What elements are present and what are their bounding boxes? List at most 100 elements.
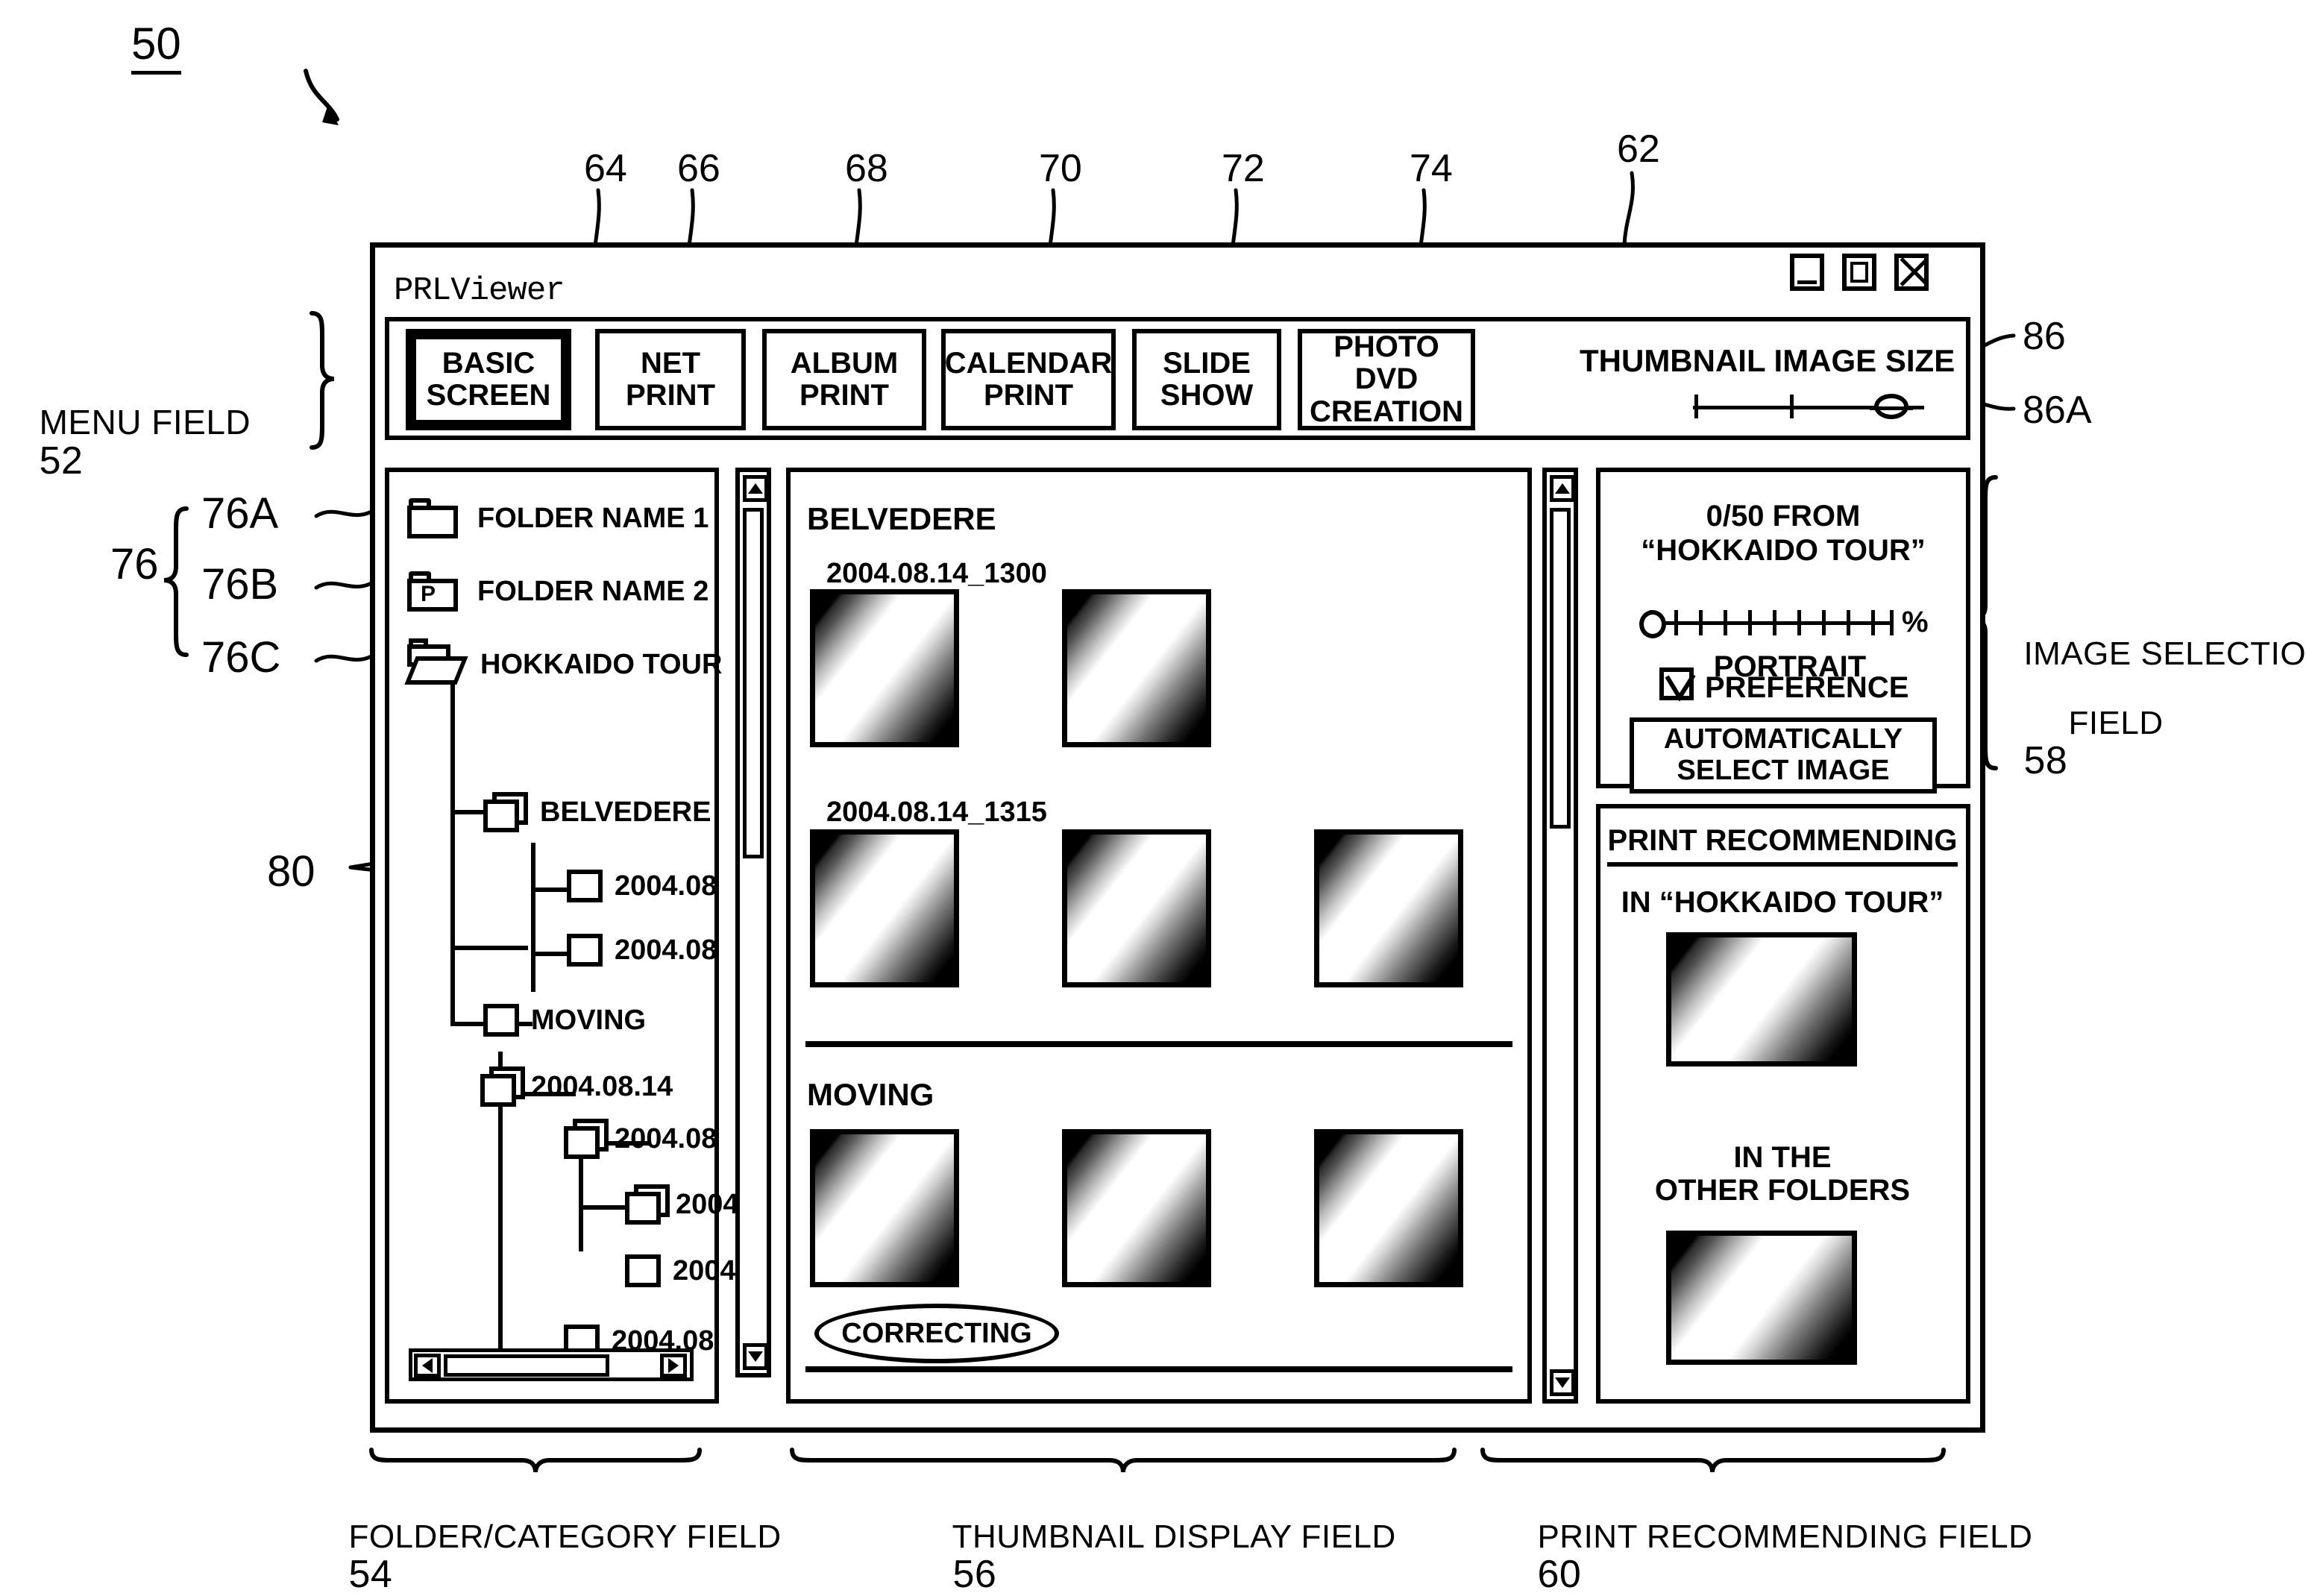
scroll-up-icon[interactable] <box>743 475 768 502</box>
percent-tick <box>1674 610 1678 635</box>
figure-main-reference: 50 <box>131 18 181 75</box>
thumbnail-size-tick-2 <box>1790 395 1794 418</box>
node-stack-icon <box>483 792 528 832</box>
percent-slider-track[interactable] <box>1648 621 1891 625</box>
folder-ref-76b: 76B <box>201 560 279 609</box>
folder-group-ref-76: 76 <box>110 540 159 588</box>
menu-button-photo-dvd-line1: PHOTO DVD <box>1333 330 1439 396</box>
recommended-thumbnail-image[interactable] <box>1666 1231 1857 1365</box>
auto-select-line1: AUTOMATICALLY <box>1663 723 1903 755</box>
folder-item-hokkaido-tour[interactable]: HOKKAIDO TOUR <box>404 638 723 686</box>
menu-button-photo-dvd-creation[interactable]: PHOTO DVD CREATION <box>1298 329 1475 430</box>
thumbnail-size-slider-knob[interactable] <box>1870 394 1913 419</box>
selection-count-line2: “HOKKAIDO TOUR” <box>1641 534 1926 567</box>
folder-scroll-thumb[interactable] <box>743 508 764 858</box>
tree-item-2004-08-b[interactable]: 2004.08 <box>567 934 717 967</box>
menu-button-net-print-line2: PRINT <box>626 379 715 412</box>
tree-connector-h4 <box>450 946 528 950</box>
scroll-down-icon[interactable] <box>743 1343 768 1370</box>
folder-ref-76c: 76C <box>201 633 281 682</box>
scroll-up-icon[interactable] <box>1550 475 1575 502</box>
bottom-label-thumbnail-display-ref: 56 <box>952 1553 997 1596</box>
menu-button-album-print[interactable]: ALBUM PRINT <box>762 329 926 430</box>
print-rec-sub2-line1: IN THE <box>1733 1141 1832 1174</box>
minimize-icon[interactable] <box>1790 254 1824 291</box>
recommended-thumbnail-image[interactable] <box>1666 932 1857 1066</box>
tree-item-2004-a[interactable]: 2004 <box>625 1184 739 1225</box>
bottom-label-folder-category-ref: 54 <box>348 1553 393 1596</box>
tree-item-belvedere-label: BELVEDERE <box>540 796 711 828</box>
print-recommending-subtitle-other: IN THE OTHER FOLDERS <box>1607 1141 1958 1207</box>
tree-item-2004-a-label: 2004 <box>676 1188 739 1220</box>
maximize-icon[interactable] <box>1842 254 1876 291</box>
folder-open-icon <box>404 638 468 686</box>
bottom-label-folder-category-text: FOLDER/CATEGORY FIELD <box>348 1518 782 1556</box>
knob-ref-86a: 86A <box>2023 389 2092 432</box>
folder-vertical-scrollbar[interactable] <box>735 468 771 1377</box>
slider-ref-86: 86 <box>2023 315 2066 358</box>
scroll-down-icon[interactable] <box>1550 1369 1575 1396</box>
auto-select-line2: SELECT IMAGE <box>1677 755 1890 786</box>
menu-button-slide-show[interactable]: SLIDE SHOW <box>1132 329 1281 430</box>
tree-item-2004-08-b-label: 2004.08 <box>615 934 717 966</box>
image-selection-ref: 58 <box>2023 738 2068 782</box>
thumbnail-image[interactable] <box>1062 829 1211 987</box>
status-badge-correcting: CORRECTING <box>814 1304 1059 1363</box>
menu-button-slide-show-line2: SHOW <box>1160 379 1254 412</box>
horizontal-scroll-thumb[interactable] <box>444 1354 609 1377</box>
selection-count-line1: 0/50 FROM <box>1706 500 1861 532</box>
percent-tick <box>1748 610 1752 635</box>
tree-item-belvedere[interactable]: BELVEDERE <box>483 792 711 832</box>
callout-74: 74 <box>1410 147 1453 190</box>
thumbnail-size-tick-1 <box>1694 395 1698 418</box>
menu-button-album-print-line2: PRINT <box>799 379 889 412</box>
percent-tick <box>1890 610 1894 635</box>
portrait-preference-line2: PREFERENCE <box>1705 671 1909 704</box>
automatically-select-image-button[interactable]: AUTOMATICALLY SELECT IMAGE <box>1630 717 1937 794</box>
folder-horizontal-scrollbar[interactable] <box>409 1348 694 1381</box>
thumbnail-image[interactable] <box>1062 589 1211 747</box>
thumbnail-image[interactable] <box>810 589 959 747</box>
bottom-label-thumbnail-display-text: THUMBNAIL DISPLAY FIELD <box>952 1518 1396 1556</box>
thumbnail-size-label: THUMBNAIL IMAGE SIZE <box>1580 343 1955 378</box>
tree-item-moving[interactable]: MOVING <box>483 1004 646 1037</box>
bottom-label-print-recommending-text: PRINT RECOMMENDING FIELD <box>1537 1518 2033 1556</box>
tree-item-2004-08-c[interactable]: 2004.08 <box>564 1119 717 1159</box>
menu-button-basic-screen[interactable]: BASIC SCREEN <box>406 329 571 430</box>
thumbnail-bottom-divider <box>805 1366 1512 1372</box>
thumbnail-image[interactable] <box>1314 829 1463 987</box>
tree-item-2004-08-14[interactable]: 2004.08.14 <box>480 1066 673 1107</box>
menu-button-calendar-print-line1: CALENDAR <box>944 346 1113 380</box>
folder-item-2[interactable]: P FOLDER NAME 2 <box>407 571 709 612</box>
percent-tick <box>1871 610 1875 635</box>
scroll-left-icon[interactable] <box>414 1354 441 1377</box>
thumbnail-image[interactable] <box>810 1129 959 1287</box>
thumbnail-scroll-thumb[interactable] <box>1550 508 1571 829</box>
menu-button-net-print[interactable]: NET PRINT <box>595 329 746 430</box>
image-selection-field-label: IMAGE SELECTION FIELD 58 <box>2005 603 2306 781</box>
node-stack-icon <box>625 1184 670 1225</box>
close-icon[interactable] <box>1894 254 1929 291</box>
thumbnail-vertical-scrollbar[interactable] <box>1542 468 1578 1404</box>
percent-tick <box>1724 610 1727 635</box>
percent-tick <box>1847 610 1850 635</box>
node-square-icon <box>625 1254 661 1287</box>
thumbnail-image[interactable] <box>810 829 959 987</box>
folder-icon <box>407 498 458 538</box>
tree-item-2004-b[interactable]: 2004 <box>625 1254 736 1287</box>
scroll-right-icon[interactable] <box>660 1354 687 1377</box>
thumbnail-image[interactable] <box>1062 1129 1211 1287</box>
tree-item-2004-08-a[interactable]: 2004.08 <box>567 870 717 902</box>
thumbnail-group-title-1315: 2004.08.14_1315 <box>826 797 1047 828</box>
portrait-preference-checkbox[interactable] <box>1659 667 1696 702</box>
folder-item-2-label: FOLDER NAME 2 <box>477 575 709 607</box>
folder-p-badge: P <box>421 582 436 606</box>
menu-button-basic-screen-line1: BASIC <box>442 346 535 380</box>
callout-70: 70 <box>1039 147 1082 190</box>
thumbnail-image[interactable] <box>1314 1129 1463 1287</box>
folder-item-hokkaido-label: HOKKAIDO TOUR <box>480 648 723 680</box>
folder-item-1[interactable]: FOLDER NAME 1 <box>407 498 709 538</box>
menu-button-calendar-print[interactable]: CALENDAR PRINT <box>941 329 1116 430</box>
folder-item-1-label: FOLDER NAME 1 <box>477 502 709 534</box>
percent-slider-knob[interactable] <box>1639 610 1666 638</box>
